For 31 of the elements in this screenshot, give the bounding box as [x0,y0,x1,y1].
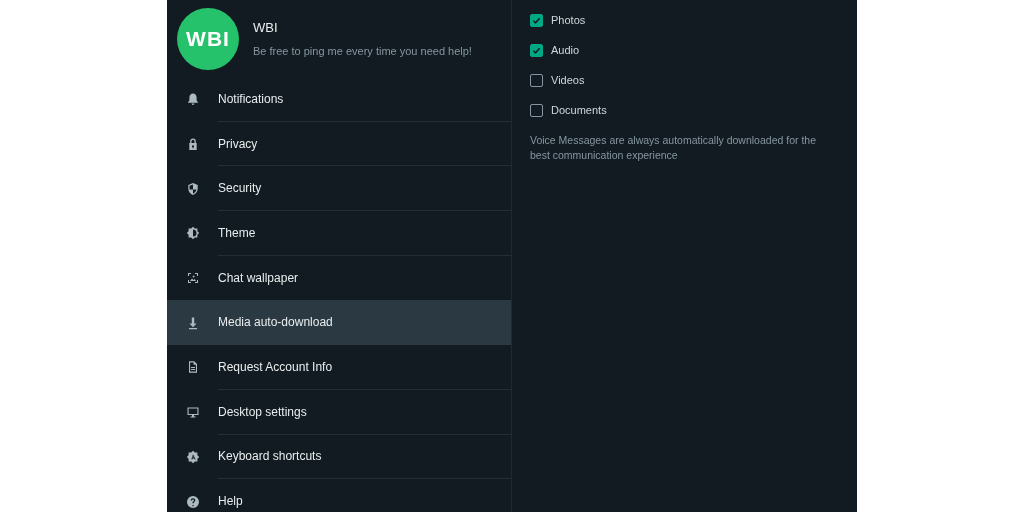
monitor-icon [185,405,200,420]
check-icon [532,45,541,55]
checkbox-label: Audio [551,42,580,58]
menu-item[interactable]: Desktop settings [167,389,511,435]
check-icon [532,15,541,25]
theme-icon [185,226,200,241]
shield-icon [185,181,200,196]
menu-item[interactable]: Keyboard shortcuts [167,434,511,480]
checkbox-label: Videos [551,72,585,88]
menu-item[interactable]: Help [167,479,511,512]
checkbox[interactable] [530,13,543,27]
wallpaper-icon [185,271,200,286]
menu-item[interactable]: Notifications [167,77,511,122]
logo: WBI [177,7,239,70]
keyboard-badge-icon [185,449,200,464]
info-text: Voice Messages are always automatically downloaded for the best communication experience [530,133,817,163]
checkbox[interactable] [530,103,543,117]
bell-icon [185,92,200,107]
checkbox[interactable] [530,43,543,57]
menu-item[interactable]: Privacy [167,121,511,167]
menu-item[interactable]: Request Account Info [167,345,511,390]
profile-about: Be free to ping me every time you need help! [253,43,472,59]
menu-item[interactable]: Theme [167,211,511,256]
help-icon [185,494,200,509]
checkbox-label: Photos [551,12,586,28]
profile-name: WBI [253,19,279,37]
menu-item[interactable]: Chat wallpaper [167,255,511,301]
menu-item[interactable]: Security [167,166,511,212]
checkbox-label: Documents [551,102,607,118]
checkbox[interactable] [530,73,543,87]
menu-item[interactable]: Media auto-download [167,300,511,346]
